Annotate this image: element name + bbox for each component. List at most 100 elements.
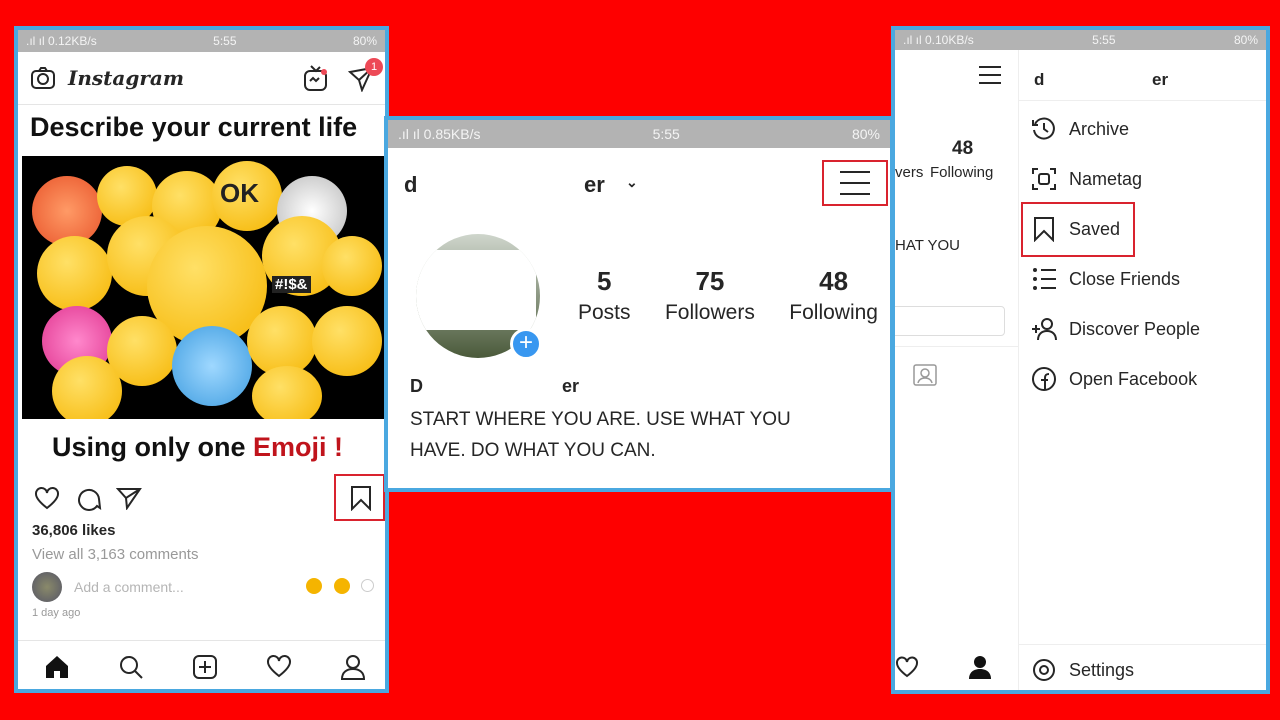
stat-followers[interactable]: 75 Followers — [665, 266, 755, 325]
status-bar: .ıl ıl 0.85KB/s 5:55 80% — [388, 120, 890, 148]
divider — [1019, 100, 1266, 101]
following-count-partial: 48 — [952, 138, 974, 159]
comment-input[interactable]: Add a comment... — [74, 579, 184, 595]
name-start: D — [410, 376, 423, 396]
laughing-emoji-icon[interactable] — [334, 578, 350, 594]
network-speed: .ıl ıl 0.10KB/s — [903, 33, 974, 47]
menu-label: Archive — [1069, 118, 1130, 139]
stat-label: Following — [789, 301, 878, 324]
profile-name: Der — [410, 376, 610, 397]
stat-value: 75 — [695, 266, 725, 296]
profile-icon[interactable] — [340, 654, 366, 680]
view-comments-link[interactable]: View all 3,163 comments — [32, 546, 198, 563]
settings-icon — [1033, 659, 1055, 681]
hamburger-menu-icon[interactable] — [840, 170, 870, 196]
discover-people-icon — [1032, 318, 1057, 341]
menu-label: Settings — [1069, 659, 1135, 680]
menu-item-open-facebook[interactable]: Open Facebook — [1031, 366, 1197, 392]
post-time: 1 day ago — [32, 607, 81, 619]
post-image[interactable]: OK #!$& — [22, 156, 385, 419]
add-post-icon[interactable] — [192, 654, 218, 680]
profile-background: 48 vers Following HAT YOU — [895, 50, 1018, 690]
battery-level: 80% — [1233, 33, 1258, 47]
bio-line: START WHERE YOU ARE. USE WHAT YOU — [410, 409, 791, 430]
menu-item-settings[interactable]: Settings — [1031, 657, 1134, 683]
following-label-partial: Following — [930, 164, 994, 181]
subtitle-text: Using only one — [52, 432, 254, 462]
menu-item-nametag[interactable]: Nametag — [1031, 166, 1142, 192]
close-friends-icon — [1033, 268, 1056, 290]
likes-count[interactable]: 36,806 likes — [32, 522, 115, 539]
battery-level: 80% — [851, 126, 880, 142]
activity-icon[interactable] — [895, 656, 919, 678]
followers-label-partial: vers — [895, 164, 924, 181]
drawer-username: d er — [1034, 70, 1174, 90]
menu-item-close-friends[interactable]: Close Friends — [1031, 266, 1180, 292]
network-speed: .ıl ıl 0.85KB/s — [398, 126, 481, 142]
comment-icon[interactable] — [76, 486, 102, 512]
post-title: Describe your current life — [30, 112, 358, 142]
subtitle-highlight: Emoji ! — [253, 432, 344, 462]
username-start: d — [404, 172, 418, 197]
saved-highlight-box — [1021, 202, 1135, 257]
edit-profile-button-partial[interactable] — [895, 306, 1005, 336]
profile-stats: 5 Posts 75 Followers 48 Following — [578, 266, 878, 325]
network-speed: .ıl ıl 0.12KB/s — [26, 34, 97, 48]
dm-badge: 1 — [365, 58, 383, 76]
save-bookmark-icon[interactable] — [350, 485, 372, 511]
nametag-icon — [1032, 168, 1056, 190]
status-time: 5:55 — [213, 34, 237, 48]
add-emoji-icon[interactable] — [361, 579, 374, 592]
account-switcher[interactable]: d er ⌄ — [404, 172, 644, 198]
menu-item-discover-people[interactable]: Discover People — [1031, 316, 1200, 342]
stat-posts[interactable]: 5 Posts — [578, 266, 631, 325]
status-time: 5:55 — [652, 126, 680, 142]
facebook-icon — [1032, 367, 1056, 391]
menu-item-archive[interactable]: Archive — [1031, 116, 1129, 142]
status-time: 5:55 — [1092, 33, 1116, 47]
camera-icon[interactable] — [30, 66, 56, 90]
bottom-nav — [18, 650, 385, 689]
divider — [18, 104, 385, 105]
heart-eyes-emoji-icon[interactable] — [306, 578, 322, 594]
stat-following[interactable]: 48 Following — [789, 266, 878, 325]
image-text-symbols: #!$& — [272, 276, 311, 293]
post-subtitle: Using only one Emoji ! — [52, 432, 343, 463]
menu-label: Open Facebook — [1069, 368, 1198, 389]
stat-value: 48 — [819, 266, 849, 296]
menu-screenshot: .ıl ıl 0.10KB/s 5:55 80% 48 vers Followi… — [891, 26, 1270, 694]
instagram-logo: Instagram — [68, 66, 184, 90]
name-end: er — [562, 376, 580, 396]
menu-label: Nametag — [1069, 168, 1143, 189]
hamburger-menu-icon[interactable] — [979, 66, 1001, 84]
username-end: er — [584, 172, 605, 197]
bio-line: HAVE. DO WHAT YOU CAN. — [410, 440, 656, 461]
search-icon[interactable] — [118, 654, 144, 680]
chevron-down-icon: ⌄ — [626, 174, 638, 190]
profile-icon[interactable] — [967, 654, 993, 680]
igtv-icon[interactable] — [302, 64, 330, 92]
profile-bio: START WHERE YOU ARE. USE WHAT YOU HAVE. … — [410, 404, 791, 466]
activity-icon[interactable] — [266, 654, 292, 678]
side-drawer: d er Archive Nametag Saved Close Friends … — [1018, 50, 1266, 690]
like-icon[interactable] — [34, 486, 60, 510]
menu-label: Close Friends — [1069, 268, 1181, 289]
bio-partial: HAT YOU — [895, 237, 961, 254]
image-text-ok: OK — [220, 178, 259, 208]
divider — [1019, 644, 1266, 645]
home-icon[interactable] — [44, 654, 70, 680]
stat-label: Followers — [664, 301, 755, 324]
share-icon[interactable] — [116, 486, 142, 510]
divider — [895, 346, 1018, 347]
divider — [18, 640, 385, 641]
feed-screenshot: .ıl ıl 0.12KB/s 5:55 80% Instagram 1 Des… — [14, 26, 389, 693]
stat-label: Posts — [578, 301, 631, 324]
avatar — [32, 572, 62, 602]
add-story-button[interactable]: + — [510, 328, 542, 360]
stat-value: 5 — [597, 266, 612, 296]
battery-level: 80% — [352, 34, 377, 48]
profile-screenshot: .ıl ıl 0.85KB/s 5:55 80% d er ⌄ + 5 Posts … — [384, 116, 894, 492]
menu-label: Discover People — [1069, 318, 1201, 339]
tagged-icon[interactable] — [913, 362, 937, 386]
status-bar: .ıl ıl 0.12KB/s 5:55 80% — [18, 30, 385, 52]
